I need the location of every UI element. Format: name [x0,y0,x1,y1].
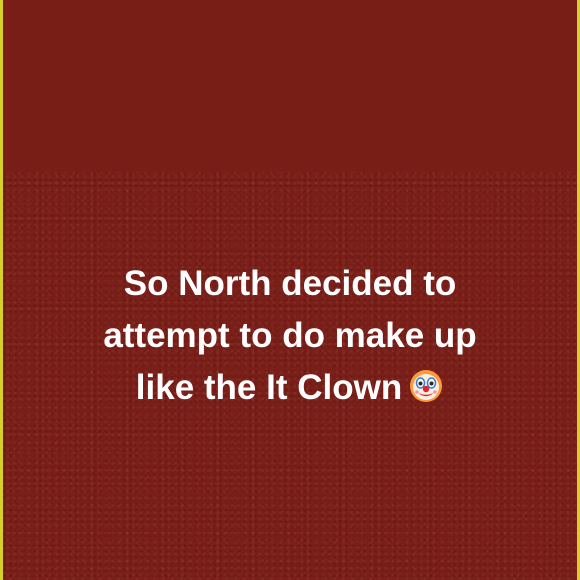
background-top-band [3,0,577,172]
caption-line-2: attempt to do make up [103,316,477,355]
story-frame: So North decided to attempt to do make u… [3,0,577,580]
story-caption: So North decided to attempt to do make u… [3,258,577,414]
caption-line-3: like the It Clown [135,368,403,407]
clown-face-icon [408,368,444,404]
caption-line-1: So North decided to [123,264,457,303]
caption-line-3-wrap: like the It Clown [3,362,577,414]
